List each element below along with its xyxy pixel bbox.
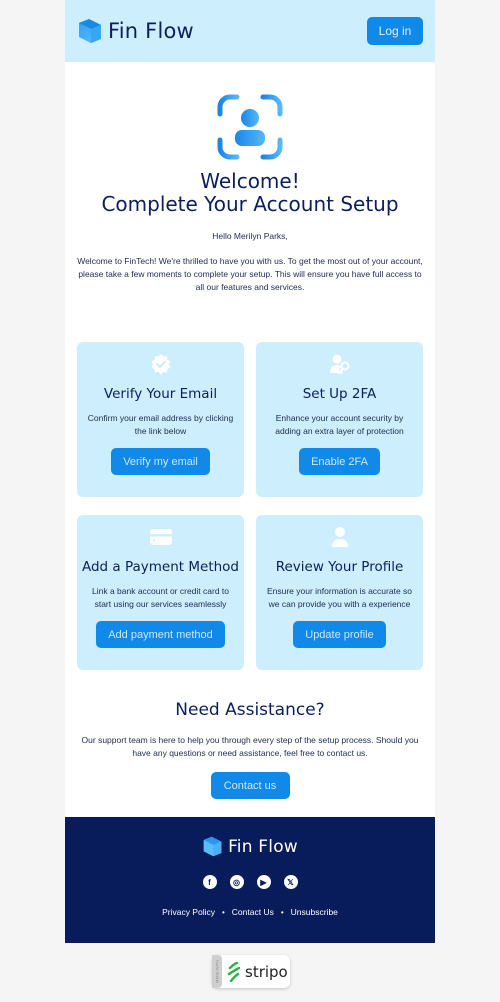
- footer-links: Privacy Policy • Contact Us • Unsubscrib…: [65, 907, 435, 917]
- made-with-stripo-badge[interactable]: MADE WITH stripo: [212, 955, 290, 988]
- card-title: Add a Payment Method: [81, 559, 240, 575]
- contact-us-link[interactable]: Contact Us: [232, 907, 274, 917]
- youtube-icon[interactable]: ▶: [256, 875, 271, 889]
- card-title: Set Up 2FA: [302, 386, 377, 402]
- instagram-icon[interactable]: ◎: [229, 875, 244, 889]
- privacy-policy-link[interactable]: Privacy Policy: [162, 907, 215, 917]
- brand-name: Fin Flow: [108, 19, 194, 43]
- email-container: Fin Flow Log in Welcome! Complete Your A…: [65, 0, 435, 943]
- logo[interactable]: Fin Flow: [77, 17, 194, 45]
- hero-section: Welcome! Complete Your Account Setup Hel…: [65, 62, 435, 294]
- title-line-1: Welcome!: [200, 169, 300, 193]
- card-description: Confirm your email address by clicking t…: [87, 413, 234, 436]
- facebook-icon[interactable]: f: [202, 875, 217, 889]
- add-payment-button[interactable]: Add payment method: [96, 621, 225, 648]
- title-line-2: Complete Your Account Setup: [101, 192, 399, 216]
- x-icon[interactable]: 𝕏: [283, 875, 298, 889]
- badge-side-label: MADE WITH: [212, 955, 222, 988]
- assistance-title: Need Assistance?: [175, 700, 325, 720]
- contact-us-button[interactable]: Contact us: [210, 772, 290, 799]
- greeting: Hello Merilyn Parks,: [212, 231, 288, 241]
- login-button[interactable]: Log in: [367, 17, 423, 45]
- card-description: Ensure your information is accurate so w…: [266, 586, 413, 609]
- cube-logo-icon: [79, 19, 101, 43]
- stripo-logo-icon: [227, 961, 241, 982]
- unsubscribe-link[interactable]: Unsubscribe: [291, 907, 338, 917]
- card-add-payment: Add a Payment Method Link a bank account…: [77, 515, 244, 670]
- page-title: Welcome! Complete Your Account Setup: [65, 170, 435, 216]
- user-scan-icon: [217, 94, 283, 160]
- card-description: Link a bank account or credit card to st…: [91, 586, 230, 609]
- header: Fin Flow Log in: [65, 0, 435, 62]
- assistance-section: Need Assistance? Our support team is her…: [65, 700, 435, 799]
- cube-logo-icon: [203, 836, 222, 857]
- assistance-description: Our support team is here to help you thr…: [81, 735, 419, 758]
- card-verify-email: Verify Your Email Confirm your email add…: [77, 342, 244, 497]
- social-links: f ◎ ▶ 𝕏: [65, 875, 435, 889]
- enable-2fa-button[interactable]: Enable 2FA: [299, 448, 380, 475]
- card-review-profile: Review Your Profile Ensure your informat…: [256, 515, 423, 670]
- stripo-brand: stripo: [245, 962, 288, 981]
- separator: •: [280, 907, 284, 917]
- card-title: Review Your Profile: [275, 559, 404, 575]
- verify-email-button[interactable]: Verify my email: [111, 448, 210, 475]
- footer-brand-name: Fin Flow: [228, 836, 298, 857]
- intro-text: Welcome to FinTech! We're thrilled to ha…: [77, 256, 423, 292]
- footer: Fin Flow f ◎ ▶ 𝕏 Privacy Policy • Contac…: [65, 817, 435, 943]
- setup-cards: Verify Your Email Confirm your email add…: [65, 342, 435, 670]
- credit-card-icon: [149, 529, 172, 545]
- card-title: Verify Your Email: [103, 386, 218, 402]
- update-profile-button[interactable]: Update profile: [293, 621, 386, 648]
- user-icon: [331, 527, 348, 547]
- footer-logo[interactable]: Fin Flow: [65, 835, 435, 858]
- card-description: Enhance your account security by adding …: [275, 413, 404, 436]
- separator: •: [221, 907, 225, 917]
- verified-badge-icon: [151, 354, 170, 375]
- user-key-icon: [329, 354, 349, 374]
- card-setup-2fa: Set Up 2FA Enhance your account security…: [256, 342, 423, 497]
